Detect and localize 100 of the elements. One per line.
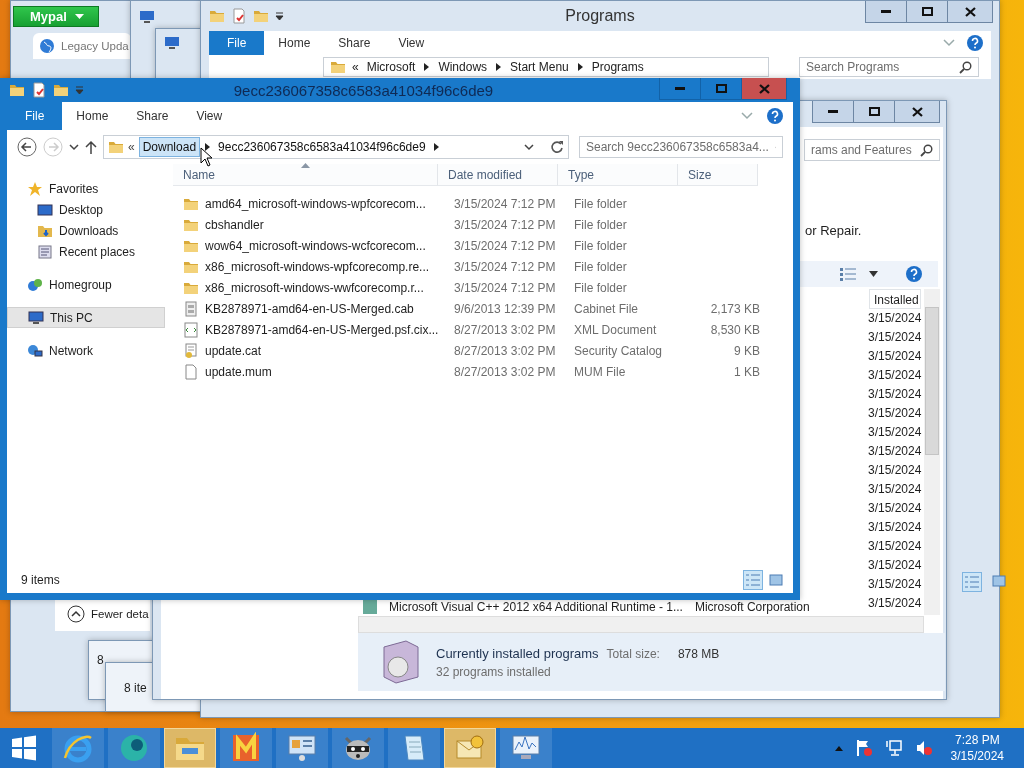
flag-error-icon[interactable]	[854, 739, 873, 757]
overflow-chevron[interactable]: «	[128, 140, 135, 154]
minimize-button[interactable]	[865, 1, 907, 23]
horizontal-scrollbar[interactable]	[358, 616, 924, 633]
date-cell-text: 3/15/2024	[868, 462, 922, 479]
chevron-right-icon[interactable]	[576, 63, 584, 71]
column-header[interactable]: Size	[678, 164, 758, 186]
dropdown-icon[interactable]	[69, 143, 79, 151]
address-bar[interactable]: « Download 9ecc236067358c6583a41034f96c6de9	[103, 135, 569, 159]
ribbon-tab[interactable]: Share	[324, 31, 385, 55]
large-icons-view-button[interactable]	[767, 571, 785, 589]
minimize-icon	[828, 110, 838, 113]
date-cell-text: 3/15/2024	[868, 348, 922, 365]
chevron-right-icon[interactable]	[495, 63, 503, 71]
search-icon[interactable]	[920, 143, 933, 157]
column-header[interactable]: Name	[173, 164, 438, 186]
view-options-icon[interactable]	[839, 267, 857, 281]
address-bar[interactable]: « Microsoft Windows Start Menu Programs	[323, 57, 769, 77]
minimize-button[interactable]	[812, 101, 854, 123]
homegroup-icon	[27, 276, 43, 293]
breadcrumb-item[interactable]: Download	[138, 137, 201, 157]
dropdown-icon[interactable]	[524, 143, 534, 151]
maximize-button[interactable]	[906, 1, 948, 23]
file-name[interactable]: wow64_microsoft-windows-wcfcorecom...	[173, 237, 448, 254]
taskbar-button[interactable]	[500, 728, 552, 768]
vertical-scrollbar[interactable]	[924, 289, 940, 615]
dropdown-icon[interactable]	[869, 271, 878, 277]
ribbon-tab[interactable]: Home	[62, 102, 123, 130]
date-cell-text: 3/15/2024 7:12 PM	[453, 196, 557, 211]
nav-item[interactable]: Downloads	[7, 220, 165, 241]
breadcrumb-item[interactable]: Start Menu	[510, 60, 569, 74]
file-name[interactable]: amd64_microsoft-windows-wpfcorecom...	[173, 195, 448, 212]
paint-app-icon	[230, 732, 262, 764]
column-header[interactable]: Date modified	[438, 164, 558, 186]
minimize-icon	[675, 87, 685, 90]
help-icon[interactable]	[967, 35, 983, 51]
taskbar-button[interactable]	[332, 728, 384, 768]
browser-tab[interactable]: Legacy Upda	[33, 33, 131, 59]
instruction-text: or Repair.	[805, 223, 862, 238]
customize-toolbar-icon[interactable]	[275, 12, 284, 20]
refresh-icon[interactable]	[550, 140, 564, 154]
file-name[interactable]: KB2878971-amd64-en-US-Merged.psf.cix...	[173, 321, 448, 338]
date-cell-text: 3/15/2024	[868, 576, 922, 593]
properties-icon[interactable]	[231, 8, 247, 24]
back-button[interactable]	[17, 137, 37, 157]
folder-icon	[209, 8, 225, 24]
properties-icon[interactable]	[31, 82, 47, 98]
ribbon-tab[interactable]: View	[182, 102, 237, 130]
large-icons-view-button[interactable]	[990, 572, 1008, 590]
breadcrumb-item[interactable]: «	[352, 60, 359, 74]
help-icon[interactable]	[767, 108, 783, 124]
speaker-muted-icon[interactable]	[914, 739, 933, 757]
close-button[interactable]	[894, 101, 940, 123]
column-header[interactable]: Type	[558, 164, 678, 186]
nav-item[interactable]: Recent places	[7, 241, 165, 262]
type-cell-text: File folder	[573, 238, 628, 253]
window-title: Programs	[564, 6, 636, 26]
search-icon[interactable]	[959, 60, 972, 74]
nav-item[interactable]: Desktop	[7, 199, 165, 220]
nav-item[interactable]: Homegroup	[7, 274, 165, 295]
chevron-right-icon[interactable]	[423, 63, 431, 71]
maximize-icon	[921, 7, 933, 16]
date-cell-text: 8/27/2013 3:02 PM	[453, 364, 557, 379]
nav-item[interactable]: Network	[7, 340, 165, 361]
search-field[interactable]: rams and Features	[804, 139, 940, 161]
date-cell-text: 3/15/2024 7:12 PM	[453, 259, 557, 274]
file-name[interactable]: update.cat	[173, 342, 448, 359]
chevron-right-icon[interactable]	[204, 143, 212, 151]
type-cell-text: XML Document	[573, 322, 658, 337]
file-name[interactable]: update.mum	[173, 363, 448, 380]
ribbon-tab[interactable]: Share	[122, 102, 183, 130]
file-name[interactable]: cbshandler	[173, 216, 448, 233]
size-cell-text: 9 KB	[733, 343, 761, 358]
date-cell-text: 3/15/2024	[868, 595, 922, 612]
caret-icon	[74, 14, 84, 19]
maximize-button[interactable]	[853, 101, 895, 123]
chevron-right-icon[interactable]	[432, 143, 440, 151]
close-icon	[964, 6, 976, 17]
breadcrumb-item[interactable]: Microsoft	[366, 60, 416, 74]
ribbon-tab[interactable]: View	[384, 31, 439, 55]
up-arrow-icon[interactable]	[85, 140, 97, 154]
date-cell-text: 3/15/2024	[868, 557, 922, 574]
file-name[interactable]: x86_microsoft-windows-wpfcorecomp.re...	[173, 258, 448, 275]
ribbon-tab[interactable]: Home	[264, 31, 325, 55]
file-name[interactable]: x86_microsoft-windows-wwfcorecomp.r...	[173, 279, 448, 296]
nav-item[interactable]: This PC	[7, 307, 165, 328]
file-name[interactable]: KB2878971-amd64-en-US-Merged.cab	[173, 300, 448, 317]
search-field[interactable]: Search Programs	[799, 57, 979, 77]
breadcrumb-item[interactable]: Programs	[591, 60, 644, 74]
nav-item[interactable]: Favorites	[7, 178, 165, 199]
search-field[interactable]: Search 9ecc236067358c6583a4...	[579, 136, 783, 158]
breadcrumb-item[interactable]: 9ecc236067358c6583a41034f96c6de9	[215, 138, 429, 156]
breadcrumb-item[interactable]: Windows	[438, 60, 488, 74]
column-header[interactable]: Installed	[869, 289, 921, 309]
help-icon[interactable]	[906, 266, 922, 282]
item-count: 9 items	[21, 573, 60, 587]
network-icon[interactable]	[884, 739, 903, 757]
clock[interactable]: 7:28 PM 3/15/2024	[950, 733, 1004, 763]
close-button[interactable]	[947, 1, 993, 23]
show-hidden-icons[interactable]	[834, 745, 843, 751]
